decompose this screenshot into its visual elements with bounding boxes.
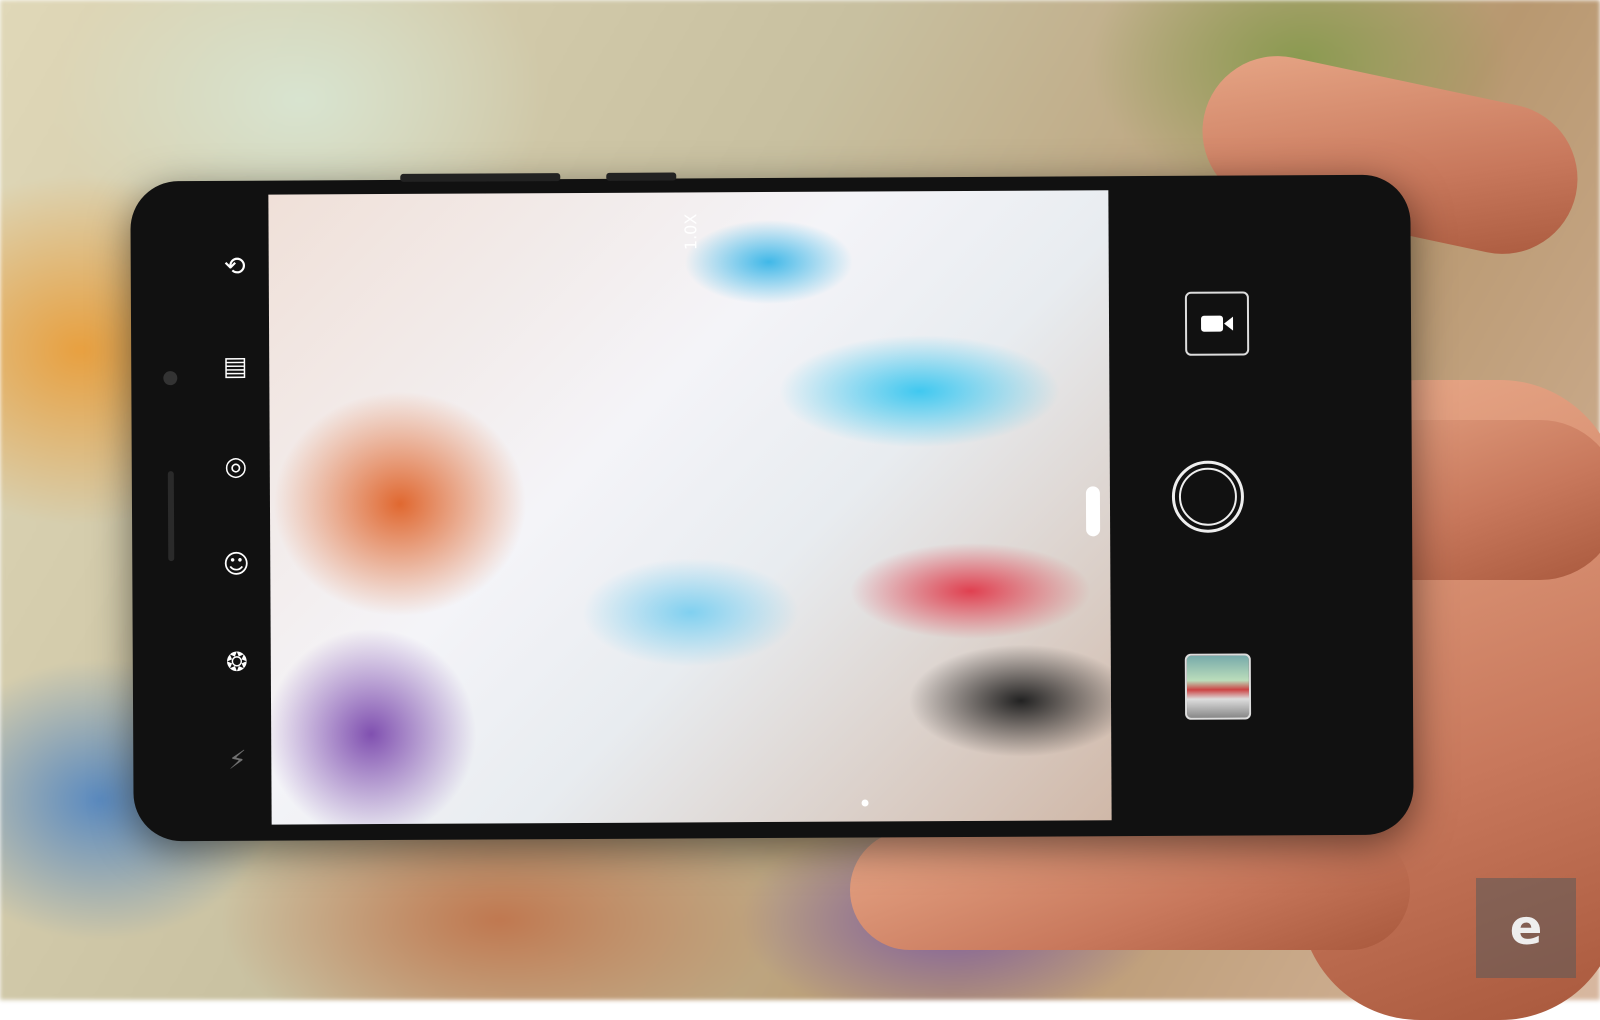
- phone: ⟲ ▤ ◎ ☺ ❂ ⚡ 1.0X: [130, 175, 1413, 842]
- shutter-button[interactable]: [1172, 461, 1244, 533]
- page-indicator-dot: [862, 799, 869, 806]
- switch-camera-icon[interactable]: ⟲: [217, 249, 253, 285]
- portrait-mode-icon[interactable]: ☺: [218, 547, 254, 583]
- front-camera: [163, 371, 177, 385]
- volume-button: [400, 173, 560, 182]
- hand-finger-bottom: [850, 830, 1410, 950]
- shutter-mode-icon[interactable]: ❂: [219, 645, 255, 681]
- zoom-slider-handle[interactable]: [1086, 486, 1100, 536]
- film-filter-icon[interactable]: ▤: [217, 349, 253, 385]
- earpiece-speaker: [168, 471, 174, 561]
- power-button: [606, 172, 676, 180]
- shutter-inner-ring: [1179, 468, 1237, 526]
- video-mode-button[interactable]: [1185, 292, 1249, 356]
- engadget-watermark: e: [1476, 878, 1576, 978]
- gallery-thumbnail[interactable]: [1185, 653, 1251, 719]
- flash-off-icon[interactable]: ⚡: [219, 743, 255, 779]
- zoom-level-label[interactable]: 1.0X: [681, 214, 700, 251]
- aperture-mode-icon[interactable]: ◎: [218, 449, 254, 485]
- camera-viewfinder[interactable]: 1.0X: [268, 190, 1111, 824]
- video-icon: [1199, 312, 1235, 336]
